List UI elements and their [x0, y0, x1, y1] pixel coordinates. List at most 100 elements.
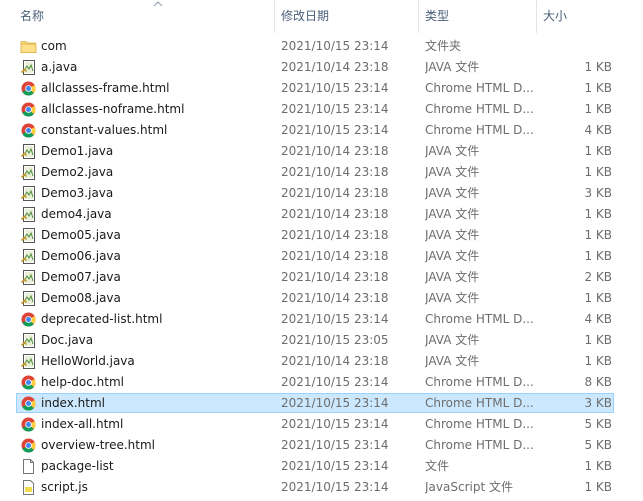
file-type: JAVA 文件 — [425, 60, 480, 74]
file-row[interactable]: Demo07.java 2021/10/14 23:18 JAVA 文件 2 KB — [0, 267, 643, 288]
column-header-name-label: 名称 — [20, 9, 45, 23]
file-row[interactable]: allclasses-noframe.html 2021/10/15 23:14 C… — [0, 99, 643, 120]
file-name: overview-tree.html — [41, 438, 156, 452]
file-size: 5 KB — [584, 438, 612, 452]
java-file-icon — [20, 227, 38, 244]
column-header-size[interactable]: 大小 — [536, 0, 626, 33]
file-size: 1 KB — [584, 144, 612, 158]
column-header-name[interactable]: 名称 — [14, 0, 274, 33]
chrome-icon — [20, 101, 38, 118]
file-type: JavaScript 文件 — [425, 480, 513, 494]
file-type: Chrome HTML D... — [425, 396, 533, 410]
file-modified-date: 2021/10/14 23:18 — [281, 291, 389, 305]
file-type: JAVA 文件 — [425, 270, 480, 284]
file-row[interactable]: Demo1.java 2021/10/14 23:18 JAVA 文件 1 KB — [0, 141, 643, 162]
sort-ascending-icon — [153, 0, 163, 8]
file-row[interactable]: deprecated-list.html 2021/10/15 23:14 Chro… — [0, 309, 643, 330]
file-size: 4 KB — [584, 123, 612, 137]
java-file-icon — [20, 206, 38, 223]
file-name: Demo1.java — [41, 144, 114, 158]
java-file-icon — [20, 185, 38, 202]
file-list: com 2021/10/15 23:14 文件夹 a.java 2021/10/14 2… — [0, 36, 643, 498]
file-type: JAVA 文件 — [425, 186, 480, 200]
file-size: 1 KB — [584, 333, 612, 347]
file-name: com — [41, 39, 67, 53]
file-row[interactable]: index.html 2021/10/15 23:14 Chrome HTML D.… — [0, 393, 643, 414]
file-modified-date: 2021/10/15 23:14 — [281, 81, 389, 95]
file-type: Chrome HTML D... — [425, 417, 533, 431]
file-row[interactable]: Demo08.java 2021/10/14 23:18 JAVA 文件 1 KB — [0, 288, 643, 309]
file-row[interactable]: Demo2.java 2021/10/14 23:18 JAVA 文件 1 KB — [0, 162, 643, 183]
file-name: index-all.html — [41, 417, 124, 431]
file-size: 1 KB — [584, 354, 612, 368]
file-row[interactable]: demo4.java 2021/10/14 23:18 JAVA 文件 1 KB — [0, 204, 643, 225]
file-row[interactable]: Demo06.java 2021/10/14 23:18 JAVA 文件 1 KB — [0, 246, 643, 267]
file-name: Demo05.java — [41, 228, 121, 242]
file-row[interactable]: a.java 2021/10/14 23:18 JAVA 文件 1 KB — [0, 57, 643, 78]
file-row[interactable]: Demo05.java 2021/10/14 23:18 JAVA 文件 1 KB — [0, 225, 643, 246]
file-row[interactable]: help-doc.html 2021/10/15 23:14 Chrome HTML… — [0, 372, 643, 393]
file-row[interactable]: Doc.java 2021/10/15 23:05 JAVA 文件 1 KB — [0, 330, 643, 351]
file-type: Chrome HTML D... — [425, 375, 533, 389]
file-type: JAVA 文件 — [425, 249, 480, 263]
file-size: 1 KB — [584, 228, 612, 242]
file-name: Demo07.java — [41, 270, 121, 284]
file-row[interactable]: overview-tree.html 2021/10/15 23:14 Chrome… — [0, 435, 643, 456]
file-modified-date: 2021/10/14 23:18 — [281, 60, 389, 74]
file-modified-date: 2021/10/14 23:18 — [281, 207, 389, 221]
file-modified-date: 2021/10/15 23:14 — [281, 375, 389, 389]
file-name: deprecated-list.html — [41, 312, 163, 326]
chrome-icon — [20, 416, 38, 433]
column-header-size-label: 大小 — [543, 9, 568, 23]
file-row[interactable]: com 2021/10/15 23:14 文件夹 — [0, 36, 643, 57]
file-modified-date: 2021/10/15 23:14 — [281, 438, 389, 452]
file-name: package-list — [41, 459, 114, 473]
column-header-date[interactable]: 修改日期 — [274, 0, 418, 33]
file-type: Chrome HTML D... — [425, 81, 533, 95]
file-type: Chrome HTML D... — [425, 438, 533, 452]
file-size — [540, 36, 612, 57]
file-row[interactable]: allclasses-frame.html 2021/10/15 23:14 Chr… — [0, 78, 643, 99]
chrome-icon — [20, 437, 38, 454]
file-row[interactable]: package-list 2021/10/15 23:14 文件 1 KB — [0, 456, 643, 477]
file-row[interactable]: script.js 2021/10/15 23:14 JavaScript 文件 1 … — [0, 477, 643, 498]
java-file-icon — [20, 248, 38, 265]
column-header-type-label: 类型 — [425, 9, 450, 23]
java-file-icon — [20, 332, 38, 349]
chrome-icon — [20, 80, 38, 97]
file-modified-date: 2021/10/15 23:14 — [281, 480, 389, 494]
chrome-icon — [20, 122, 38, 139]
file-modified-date: 2021/10/15 23:14 — [281, 312, 389, 326]
file-row[interactable]: Demo3.java 2021/10/14 23:18 JAVA 文件 3 KB — [0, 183, 643, 204]
file-modified-date: 2021/10/15 23:14 — [281, 102, 389, 116]
file-row[interactable]: index-all.html 2021/10/15 23:14 Chrome HTM… — [0, 414, 643, 435]
file-modified-date: 2021/10/15 23:14 — [281, 396, 389, 410]
file-name: a.java — [41, 60, 78, 74]
file-row[interactable]: constant-values.html 2021/10/15 23:14 Chro… — [0, 120, 643, 141]
java-file-icon — [20, 290, 38, 307]
file-name: Demo08.java — [41, 291, 121, 305]
file-size: 1 KB — [584, 60, 612, 74]
file-name: Demo3.java — [41, 186, 114, 200]
file-modified-date: 2021/10/15 23:14 — [281, 417, 389, 431]
file-name: index.html — [41, 396, 105, 410]
file-name: Demo2.java — [41, 165, 114, 179]
file-modified-date: 2021/10/14 23:18 — [281, 144, 389, 158]
file-row[interactable]: HelloWorld.java 2021/10/14 23:18 JAVA 文件 1 … — [0, 351, 643, 372]
folder-icon — [20, 38, 38, 55]
file-name: demo4.java — [41, 207, 112, 221]
file-size: 5 KB — [584, 417, 612, 431]
file-size: 1 KB — [584, 480, 612, 494]
file-modified-date: 2021/10/15 23:05 — [281, 333, 389, 347]
file-type: JAVA 文件 — [425, 144, 480, 158]
file-type: JAVA 文件 — [425, 354, 480, 368]
chrome-icon — [20, 395, 38, 412]
file-modified-date: 2021/10/14 23:18 — [281, 270, 389, 284]
file-type: JAVA 文件 — [425, 333, 480, 347]
file-type: JAVA 文件 — [425, 228, 480, 242]
file-size: 1 KB — [584, 207, 612, 221]
file-modified-date: 2021/10/14 23:18 — [281, 186, 389, 200]
chrome-icon — [20, 374, 38, 391]
column-header-type[interactable]: 类型 — [418, 0, 536, 33]
file-modified-date: 2021/10/15 23:14 — [281, 459, 389, 473]
